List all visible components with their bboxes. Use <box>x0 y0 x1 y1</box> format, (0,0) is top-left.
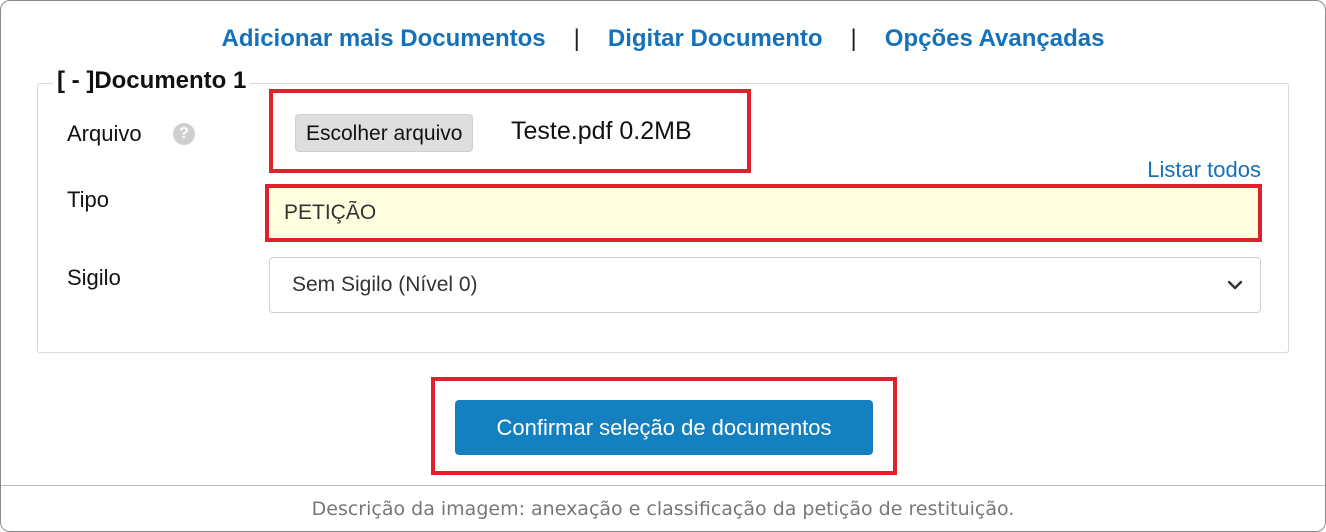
type-field[interactable] <box>269 188 1258 238</box>
image-caption: Descrição da imagem: anexação e classifi… <box>1 485 1325 531</box>
link-separator: | <box>850 25 857 52</box>
type-label: Tipo <box>67 187 109 212</box>
advanced-options-link[interactable]: Opções Avançadas <box>885 25 1105 52</box>
top-links-bar: Adicionar mais Documentos | Digitar Docume… <box>1 25 1325 53</box>
type-document-link[interactable]: Digitar Documento <box>608 25 823 52</box>
choose-file-button[interactable]: Escolher arquivo <box>295 114 474 152</box>
selected-file-name: Teste.pdf 0.2MB <box>511 117 692 145</box>
document-title: Documento 1 <box>94 67 247 94</box>
document-upload-panel: Adicionar mais Documentos | Digitar Docume… <box>1 1 1325 485</box>
secrecy-select[interactable]: Sem Sigilo (Nível 0) <box>269 257 1261 313</box>
collapse-toggle[interactable]: [ - ] <box>57 67 94 94</box>
document-legend: [ - ]Documento 1 <box>53 67 251 95</box>
confirm-selection-button[interactable]: Confirmar seleção de documentos <box>455 400 873 455</box>
secrecy-selected-value: Sem Sigilo (Nível 0) <box>292 273 478 296</box>
file-label: Arquivo <box>67 121 142 146</box>
list-all-link[interactable]: Listar todos <box>1147 157 1261 183</box>
secrecy-label: Sigilo <box>67 265 121 290</box>
add-more-documents-link[interactable]: Adicionar mais Documentos <box>222 25 546 52</box>
link-separator: | <box>573 25 580 52</box>
window-frame: Adicionar mais Documentos | Digitar Docume… <box>0 0 1326 532</box>
help-icon[interactable]: ? <box>173 123 195 145</box>
chevron-down-icon <box>1227 280 1243 290</box>
